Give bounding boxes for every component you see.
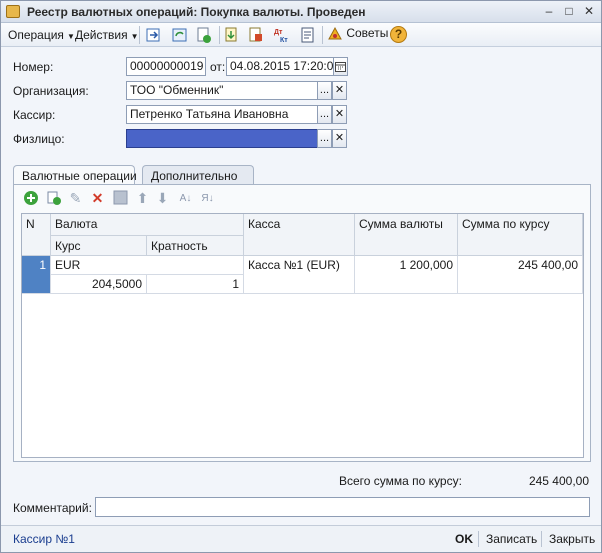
copy-row-icon[interactable] [45,190,62,207]
cell-sum-currency[interactable]: 1 200,000 [355,256,458,294]
org-field[interactable]: ТОО "Обменник" [126,81,318,100]
person-clear-button[interactable]: ✕ [332,129,347,148]
ok-button[interactable]: OK [455,532,473,546]
move-up-icon[interactable]: ⬆ [134,190,151,207]
comment-label: Комментарий: [13,501,92,515]
add-row-icon[interactable] [22,190,39,207]
dt-kt-icon[interactable]: Дт Кт [273,26,291,44]
report-icon[interactable] [299,26,317,44]
total-value: 245 400,00 [528,474,589,488]
currency-operations-panel: ✎ ✕ ⬆ ⬇ A↓ Я↓ N Валюта Курс Кратность Ка… [13,184,591,462]
header-rate[interactable]: Курс [51,236,147,256]
number-field[interactable]: 00000000019 [126,57,206,76]
header-sum-rate[interactable]: Сумма по курсу [458,214,583,256]
toolbar-separator [322,26,323,44]
sort-desc-icon[interactable]: Я↓ [199,190,216,207]
title-bar: Реестр валютных операций: Покупка валюты… [1,1,601,23]
save-button[interactable]: Записать [486,532,537,546]
document-window: Реестр валютных операций: Покупка валюты… [0,0,602,553]
minimize-button[interactable]: – [541,4,557,19]
operation-menu[interactable]: Операция ▼ [8,28,75,42]
actions-menu[interactable]: Действия ▼ [75,28,139,42]
copy-icon[interactable] [195,26,213,44]
org-label: Организация: [13,84,89,98]
edit-row-icon[interactable]: ✎ [67,190,84,207]
advice-label: Советы [346,26,389,41]
post-icon[interactable] [145,26,163,44]
sort-asc-icon[interactable]: A↓ [177,190,194,207]
cell-sum-rate[interactable]: 245 400,00 [458,256,583,294]
window-title: Реестр валютных операций: Покупка валюты… [27,5,366,19]
comment-field[interactable] [95,497,590,517]
calendar-button[interactable] [333,57,348,76]
print-icon[interactable] [247,26,265,44]
cashier-link[interactable]: Кассир №1 [13,532,75,546]
number-label: Номер: [13,60,54,74]
header-multiplicity[interactable]: Кратность [147,236,244,256]
advice-button[interactable]: Советы [327,26,388,42]
cell-rate[interactable]: 204,5000 [51,275,147,294]
header-n[interactable]: N [22,214,51,256]
refresh-icon[interactable] [171,26,189,44]
date-label: от: [210,60,226,74]
advice-icon [328,26,342,40]
person-select-button[interactable]: ... [317,129,332,148]
calendar-icon [335,62,346,72]
maximize-button[interactable]: □ [561,4,577,19]
operation-menu-label: Операция [8,28,64,42]
person-field[interactable] [126,129,318,148]
toolbar-separator [139,26,140,44]
close-window-button[interactable]: ✕ [581,4,597,19]
help-icon[interactable]: ? [390,26,407,43]
cashier-clear-button[interactable]: ✕ [332,105,347,124]
total-label: Всего сумма по курсу: [339,474,462,488]
cell-currency[interactable]: EUR [51,256,244,275]
dropdown-arrow-icon: ▼ [130,32,139,41]
cell-multiplicity[interactable]: 1 [147,275,244,294]
cashier-select-button[interactable]: ... [317,105,332,124]
close-button[interactable]: Закрыть [549,532,595,546]
tab-currency-operations[interactable]: Валютные операции [13,165,137,186]
delete-row-icon[interactable]: ✕ [89,190,106,207]
row-number[interactable]: 1 [22,256,51,294]
date-field[interactable]: 04.08.2015 17:20:00 [226,57,334,76]
cell-cashbox[interactable]: Касса №1 (EUR) [244,256,355,294]
svg-text:Кт: Кт [280,37,288,44]
status-bar: Кассир №1 OK Записать Закрыть [1,525,601,552]
header-sum-currency[interactable]: Сумма валюты [355,214,458,256]
document-icon [6,5,20,18]
header-cashbox[interactable]: Касса [244,214,355,256]
operations-table[interactable]: N Валюта Курс Кратность Касса Сумма валю… [21,213,584,458]
toolbar-separator [219,26,220,44]
command-toolbar: Операция ▼ Действия ▼ Дт Кт Советы ? [1,23,601,47]
org-clear-button[interactable]: ✕ [332,81,347,100]
status-separator [541,531,542,547]
tab-additional[interactable]: Дополнительно [142,165,254,185]
cashier-label: Кассир: [13,108,56,122]
save-row-icon[interactable] [112,190,129,207]
header-currency[interactable]: Валюта [51,214,244,236]
dropdown-arrow-icon: ▼ [66,32,75,41]
actions-menu-label: Действия [75,28,128,42]
move-down-icon[interactable]: ⬇ [154,190,171,207]
add-doc-icon[interactable] [223,26,241,44]
person-label: Физлицо: [13,132,65,146]
status-separator [478,531,479,547]
cashier-field[interactable]: Петренко Татьяна Ивановна [126,105,318,124]
svg-text:Дт: Дт [274,29,283,36]
org-select-button[interactable]: ... [317,81,332,100]
